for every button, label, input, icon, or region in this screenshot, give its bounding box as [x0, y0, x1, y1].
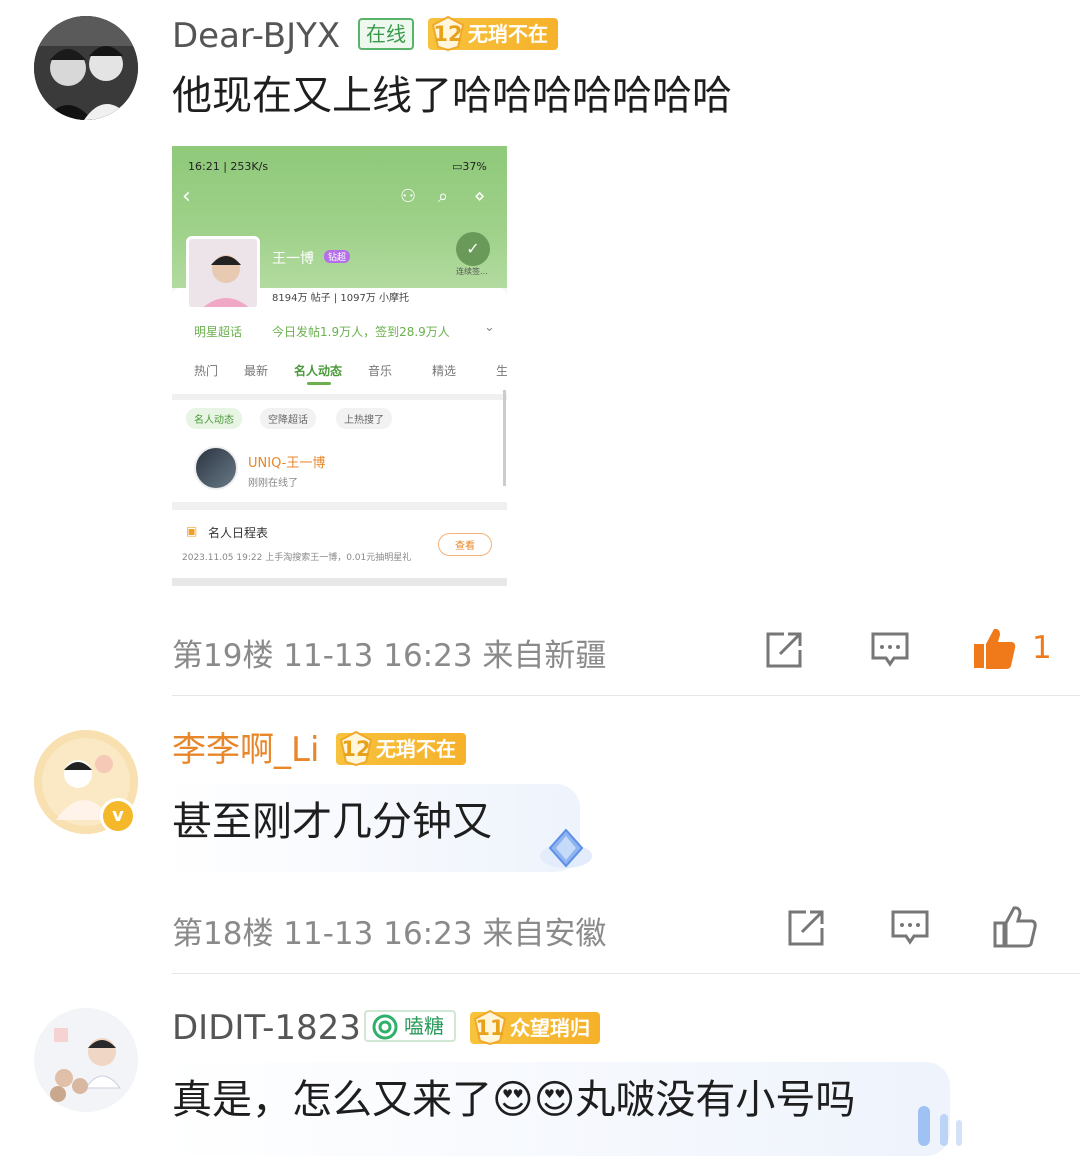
- profile-name: 王一博: [272, 251, 314, 267]
- schedule-item: 2023.11.05 19:22 上手淘搜索王一博，0.01元抽明星礼: [182, 553, 412, 563]
- celeb-avatar[interactable]: [194, 446, 238, 490]
- back-icon[interactable]: ‹: [182, 184, 191, 209]
- search-icon[interactable]: ⌕: [438, 186, 448, 207]
- username[interactable]: Dear-BJYX: [172, 16, 340, 56]
- level-number: 12: [341, 737, 371, 761]
- username[interactable]: 李李啊_Li: [172, 730, 319, 770]
- username[interactable]: DIDIT-1823: [172, 1008, 361, 1048]
- verified-badge-icon: v: [100, 798, 136, 834]
- floor-meta: 第18楼 11-13 16:23 来自安徽: [172, 916, 607, 952]
- candy-badge: 嗑糖: [364, 1010, 456, 1042]
- schedule-title: 名人日程表: [208, 526, 269, 540]
- like-button[interactable]: [992, 904, 1038, 954]
- comment-icon: [871, 632, 909, 667]
- share-button[interactable]: [764, 630, 804, 674]
- schedule-view-button[interactable]: 查看: [438, 533, 492, 556]
- like-count: 1: [1032, 630, 1052, 666]
- daily-stats: 今日发帖1.9万人，签到28.9万人: [272, 325, 450, 339]
- candy-label: 嗑糖: [404, 1014, 444, 1038]
- group-icon[interactable]: ⚇: [400, 186, 416, 207]
- bubble-decoration-icon: [900, 1100, 990, 1154]
- chip-airdrop[interactable]: 空降超话: [260, 408, 316, 429]
- chip-celebrity[interactable]: 名人动态: [186, 408, 242, 429]
- level-title: 众望琑归: [510, 1016, 590, 1040]
- level-title: 无琑不在: [376, 737, 456, 761]
- comment-text: 甚至刚才几分钟又: [172, 799, 492, 845]
- celeb-status: 刚刚在线了: [248, 478, 298, 489]
- scroll-indicator: [503, 390, 506, 486]
- tab-underline: [307, 382, 331, 385]
- level-title: 无琑不在: [468, 22, 548, 46]
- lollipop-icon: [372, 1014, 398, 1047]
- avatar[interactable]: [34, 16, 138, 120]
- share-button[interactable]: [786, 908, 826, 952]
- tab-hot[interactable]: 热门: [194, 362, 218, 379]
- chevron-down-icon[interactable]: ⌄: [484, 320, 495, 335]
- comment-icon: [891, 910, 929, 945]
- schedule-icon: ▣: [186, 524, 198, 538]
- celeb-name[interactable]: UNIQ-王一博: [248, 452, 325, 471]
- image-bottom-strip: [172, 578, 507, 586]
- share-icon: [788, 910, 824, 946]
- profile-stats: 8194万 帖子 | 1097万 小摩托: [272, 293, 409, 304]
- reply-button[interactable]: [870, 630, 910, 674]
- share-icon: [766, 632, 802, 668]
- reply-button[interactable]: [890, 908, 930, 952]
- online-badge: 在线: [358, 18, 414, 50]
- divider: [172, 973, 1080, 974]
- level-number: 11: [475, 1016, 505, 1040]
- share-icon[interactable]: ⋄: [474, 186, 485, 207]
- comment-text: 他现在又上线了哈哈哈哈哈哈哈: [172, 73, 732, 119]
- comment-image[interactable]: 16:21 | 253K/s ▭37% ‹ ⚇ ⌕ ⋄ 王一博 钻超 ✓ 连续签…: [172, 146, 507, 586]
- super-topic-label: 明星超话: [194, 325, 243, 339]
- tab-celebrity[interactable]: 名人动态: [294, 362, 342, 379]
- tab-featured[interactable]: 精选: [432, 362, 456, 379]
- status-bar-battery: ▭37%: [452, 160, 487, 173]
- profile-tag: 钻超: [324, 250, 351, 263]
- avatar[interactable]: [34, 1008, 138, 1112]
- tab-more[interactable]: 生: [496, 362, 507, 379]
- diamond-sticker-icon: [538, 826, 594, 876]
- floor-meta: 第19楼 11-13 16:23 来自新疆: [172, 638, 607, 674]
- level-shield-icon: 11: [472, 1009, 508, 1046]
- level-badge: 12 无琑不在: [428, 15, 558, 52]
- tab-music[interactable]: 音乐: [368, 362, 392, 379]
- level-badge: 12 无琑不在: [336, 730, 466, 767]
- level-badge: 11 众望琑归: [470, 1009, 600, 1046]
- like-button[interactable]: [972, 626, 1018, 676]
- comment-text: 真是，怎么又来了😍😍丸啵没有小号吗: [172, 1077, 856, 1123]
- divider: [172, 695, 1080, 696]
- status-bar-time: 16:21 | 253K/s: [188, 160, 269, 173]
- chip-trending[interactable]: 上热搜了: [336, 408, 392, 429]
- tab-latest[interactable]: 最新: [244, 362, 268, 379]
- checkin-label: 连续签...: [456, 267, 488, 276]
- thumbs-up-icon: [993, 906, 1037, 948]
- profile-avatar[interactable]: [186, 236, 260, 310]
- level-shield-icon: 12: [338, 730, 374, 767]
- level-shield-icon: 12: [430, 15, 466, 52]
- level-number: 12: [433, 22, 463, 46]
- checkin-button[interactable]: ✓: [456, 232, 490, 266]
- battery-icon: ▭: [452, 160, 463, 173]
- thumbs-up-icon: [974, 628, 1016, 669]
